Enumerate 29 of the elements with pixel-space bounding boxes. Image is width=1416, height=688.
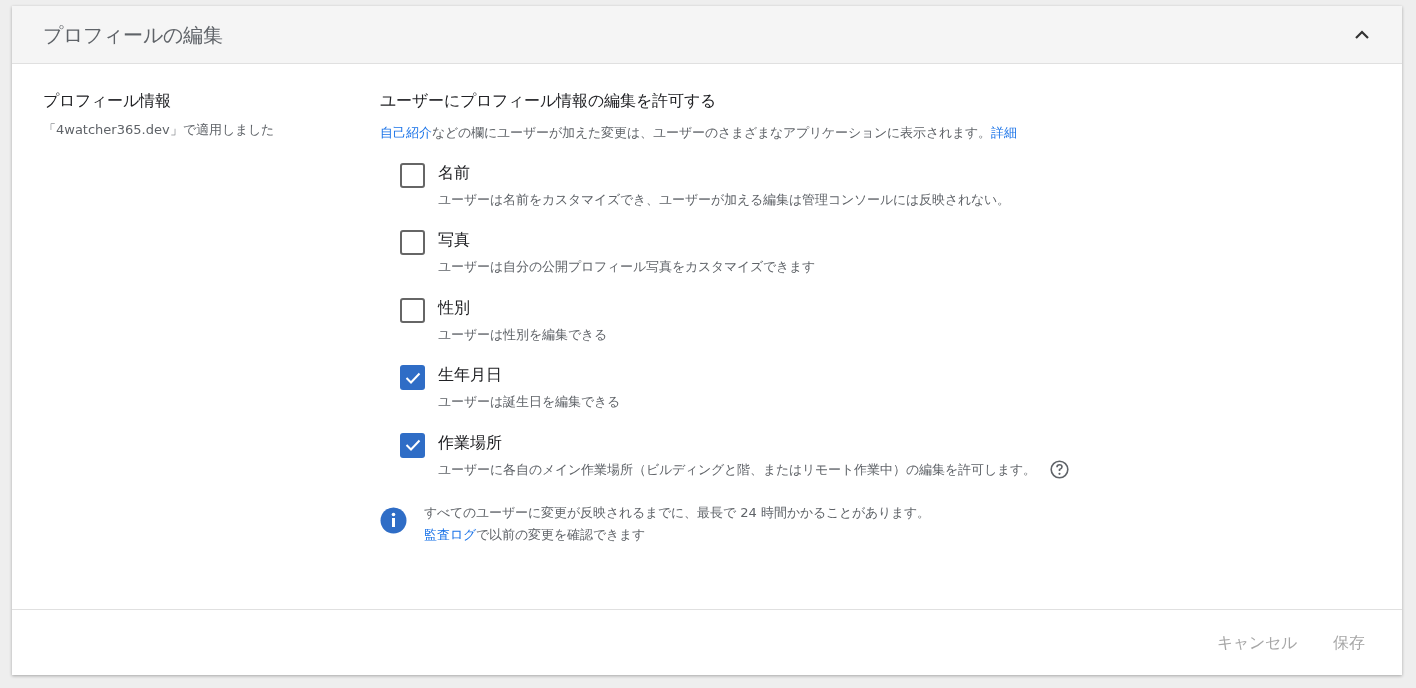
- checkmark-icon: [404, 439, 421, 451]
- setting-description: 自己紹介などの欄にユーザーが加えた変更は、ユーザーのさまざまなアプリケーションに表示されます。詳細: [380, 124, 1018, 142]
- notice-text: 監査ログで以前の変更を確認できます: [424, 525, 646, 544]
- checkbox[interactable]: [400, 230, 425, 255]
- option-description: ユーザーは性別を編集できる: [438, 325, 607, 344]
- option-description: ユーザーは名前をカスタマイズでき、ユーザーが加える編集は管理コンソールには反映されない。: [438, 190, 1010, 209]
- checkmark-icon: [404, 371, 421, 384]
- panel-title: プロフィールの編集: [43, 21, 223, 49]
- notice-text: すべてのユーザーに変更が反映されるまでに、最長で 24 時間かかることがあります。: [424, 504, 930, 522]
- option-label: 生年月日: [438, 364, 503, 386]
- help-icon[interactable]: [1050, 459, 1069, 479]
- checkbox[interactable]: [400, 432, 425, 458]
- option-label: 性別: [438, 296, 471, 319]
- option-description: ユーザーは誕生日を編集できる: [438, 393, 620, 411]
- option-description: ユーザーに各自のメイン作業場所（ビルディングと階、またはリモート作業中）の編集を許可します。: [438, 460, 1036, 479]
- section-title: プロフィール情報: [43, 90, 172, 112]
- link[interactable]: 自己紹介: [380, 125, 432, 140]
- checkbox[interactable]: [400, 365, 425, 390]
- info-icon: [380, 507, 407, 534]
- link[interactable]: 監査ログ: [424, 526, 476, 542]
- option-label: 名前: [438, 161, 471, 184]
- checkbox[interactable]: [400, 162, 425, 188]
- option-description: ユーザーは自分の公開プロフィール写真をカスタマイズできます: [438, 258, 815, 276]
- setting-title: ユーザーにプロフィール情報の編集を許可する: [380, 90, 717, 112]
- checkbox[interactable]: [400, 297, 425, 323]
- section-subtitle: 「4watcher365.dev」で適用しました: [43, 121, 275, 139]
- option-label: 作業場所: [438, 431, 503, 454]
- option-label: 写真: [438, 229, 471, 251]
- link[interactable]: 詳細: [991, 125, 1017, 140]
